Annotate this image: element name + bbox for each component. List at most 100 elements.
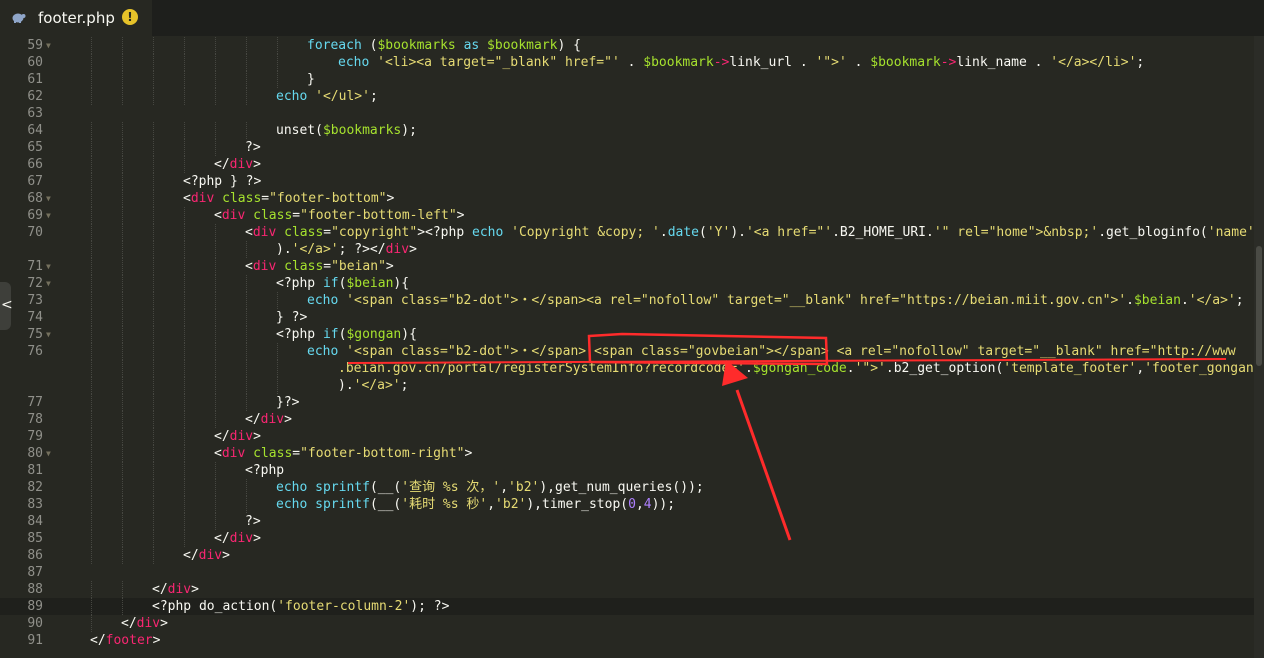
- indent-guide: [122, 88, 123, 105]
- indent-guide: [277, 71, 278, 88]
- code-line[interactable]: 82 echo sprintf(__('查询 %s 次，','b2'),get_n…: [0, 479, 1254, 496]
- indent-guide: [153, 445, 154, 462]
- indent-guide: [122, 122, 123, 139]
- fold-toggle-icon[interactable]: ▼: [46, 207, 51, 224]
- code-line[interactable]: 72 ▼ <?php if($beian){: [0, 275, 1254, 292]
- code-line[interactable]: 59 ▼ foreach ($bookmarks as $bookmark) {: [0, 37, 1254, 54]
- code-token: "beian": [331, 259, 386, 274]
- code-text: }?>: [276, 394, 299, 411]
- code-line[interactable]: 63: [0, 105, 1254, 122]
- indent-guide: [91, 496, 92, 513]
- code-line[interactable]: 69 ▼ <div class="footer-bottom-left">: [0, 207, 1254, 224]
- code-line[interactable]: 75 ▼ <?php if($gongan){: [0, 326, 1254, 343]
- code-text: echo '<li><a target="_blank" href="' . $…: [338, 54, 1144, 71]
- fold-toggle-icon[interactable]: ▼: [46, 258, 51, 275]
- indent-guide: [122, 598, 123, 615]
- fold-toggle-icon[interactable]: ▼: [46, 37, 51, 54]
- code-line[interactable]: 76 echo '<span class="b2-dot">・</span> <s…: [0, 343, 1254, 360]
- code-token: .beian.gov.cn/portal/registerSystemInfo?…: [338, 361, 745, 376]
- code-text: unset($bookmarks);: [276, 122, 417, 139]
- indent-guide: [184, 377, 185, 394]
- unsaved-warning-icon[interactable]: !: [122, 9, 138, 25]
- code-line[interactable]: 68 ▼ <div class="footer-bottom">: [0, 190, 1254, 207]
- code-line[interactable]: 66 </div>: [0, 156, 1254, 173]
- indent-guide: [153, 513, 154, 530]
- code-line[interactable]: 73 echo '<span class="b2-dot">・</span><a …: [0, 292, 1254, 309]
- fold-toggle-icon[interactable]: ▼: [46, 326, 51, 343]
- code-line[interactable]: 90 </div>: [0, 615, 1254, 632]
- code-line[interactable]: 64 unset($bookmarks);: [0, 122, 1254, 139]
- indent-guide: [184, 462, 185, 479]
- code-token: $beian: [346, 276, 394, 291]
- indent-guide: [277, 292, 278, 309]
- code-line[interactable]: 78 </div>: [0, 411, 1254, 428]
- code-token: (: [361, 38, 378, 53]
- indent-guide: [246, 88, 247, 105]
- line-number: 64: [27, 123, 43, 138]
- code-line[interactable]: 62 echo '</ul>';: [0, 88, 1254, 105]
- code-line[interactable]: ).'</a>'; ?></div>: [0, 241, 1254, 258]
- line-number: 89: [27, 599, 43, 614]
- code-line[interactable]: 81 <?php: [0, 462, 1254, 479]
- code-editor[interactable]: 59 ▼ foreach ($bookmarks as $bookmark) {60…: [0, 36, 1254, 658]
- indent-guide: [122, 445, 123, 462]
- indent-guide: [91, 292, 92, 309]
- indent-guide: [91, 224, 92, 241]
- code-line[interactable]: 65 ?>: [0, 139, 1254, 156]
- tab-filename: footer.php: [38, 9, 115, 27]
- code-text: ?>: [245, 513, 261, 530]
- code-token: }: [307, 72, 315, 87]
- code-line[interactable]: .beian.gov.cn/portal/registerSystemInfo?…: [0, 360, 1254, 377]
- code-token: if: [322, 276, 339, 291]
- code-line[interactable]: 71 ▼ <div class="beian">: [0, 258, 1254, 275]
- indent-guide: [215, 292, 216, 309]
- indent-guide: [91, 54, 92, 71]
- code-line[interactable]: 85 </div>: [0, 530, 1254, 547]
- code-line[interactable]: 60 echo '<li><a target="_blank" href="' .…: [0, 54, 1254, 71]
- php-file-icon: [12, 13, 26, 23]
- fold-toggle-icon[interactable]: ▼: [46, 275, 51, 292]
- code-line[interactable]: 79 </div>: [0, 428, 1254, 445]
- code-line[interactable]: 91 </footer>: [0, 632, 1254, 649]
- code-line[interactable]: 74} ?>: [0, 309, 1254, 326]
- code-line[interactable]: ).'</a>';: [0, 377, 1254, 394]
- indent-guide: [153, 530, 154, 547]
- code-line[interactable]: 84 ?>: [0, 513, 1254, 530]
- indent-guide: [122, 71, 123, 88]
- code-line[interactable]: 77}?>: [0, 394, 1254, 411]
- indent-guide: [153, 343, 154, 360]
- indent-guide: [122, 581, 123, 598]
- code-text: </div>: [214, 530, 261, 547]
- code-line[interactable]: 86 </div>: [0, 547, 1254, 564]
- fold-toggle-icon[interactable]: ▼: [46, 190, 51, 207]
- collapse-panel-button[interactable]: <: [0, 282, 13, 330]
- code-line[interactable]: 83 echo sprintf(__('耗时 %s 秒','b2'),timer_…: [0, 496, 1254, 513]
- code-line[interactable]: 67 <?php } ?>: [0, 173, 1254, 190]
- code-line[interactable]: 88 </div>: [0, 581, 1254, 598]
- indent-guide: [246, 292, 247, 309]
- fold-toggle-icon[interactable]: ▼: [46, 445, 51, 462]
- code-line[interactable]: 61}: [0, 71, 1254, 88]
- code-line[interactable]: 87: [0, 564, 1254, 581]
- indent-guide: [215, 309, 216, 326]
- tab-footer-php[interactable]: footer.php !: [0, 0, 152, 36]
- indent-guide: [184, 224, 185, 241]
- code-token: div: [229, 429, 254, 444]
- vertical-scrollbar[interactable]: [1254, 36, 1264, 658]
- code-text: <?php do_action('footer-column-2'); ?>: [152, 598, 449, 615]
- code-text: <div class="footer-bottom-right">: [214, 445, 472, 462]
- code-token: =: [323, 225, 332, 240]
- code-line[interactable]: 89 <?php do_action('footer-column-2'); ?>: [0, 598, 1254, 615]
- indent-guide: [153, 292, 154, 309]
- code-token: '</a>': [353, 378, 401, 393]
- code-line[interactable]: 70 <div class="copyright"><?php echo 'Cop…: [0, 224, 1254, 241]
- indent-guide: [153, 496, 154, 513]
- scrollbar-thumb[interactable]: [1256, 246, 1262, 366]
- indent-guide: [277, 54, 278, 71]
- line-number: 69: [27, 208, 43, 223]
- code-line[interactable]: 80 ▼ <div class="footer-bottom-right">: [0, 445, 1254, 462]
- code-token: class: [253, 446, 293, 461]
- code-token: div: [252, 259, 277, 274]
